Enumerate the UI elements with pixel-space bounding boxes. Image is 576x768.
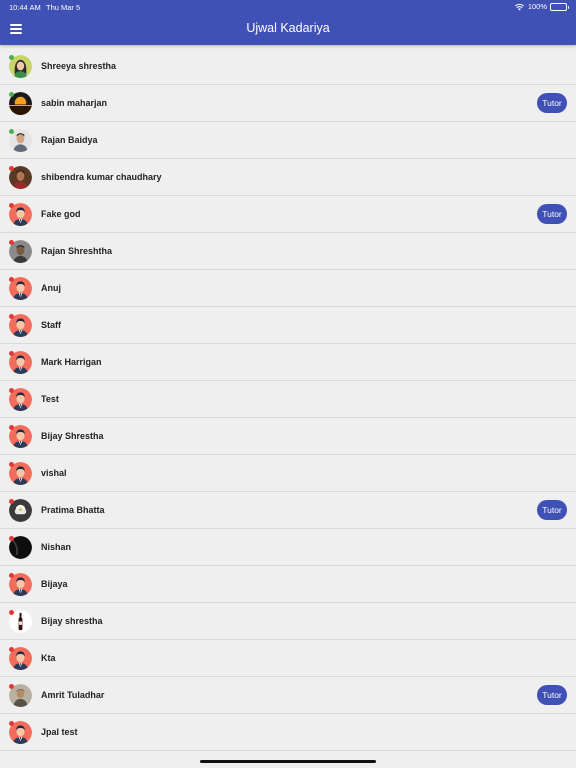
avatar <box>9 684 32 707</box>
user-name: Anuj <box>41 283 61 293</box>
user-name: Pratima Bhatta <box>41 505 105 515</box>
user-list-item[interactable]: Shreeya shrestha <box>0 48 576 85</box>
user-name: vishal <box>41 468 67 478</box>
tutor-badge-button[interactable]: Tutor <box>537 500 567 520</box>
offline-status-dot <box>9 351 14 356</box>
user-name: Jpal test <box>41 727 78 737</box>
offline-status-dot <box>9 499 14 504</box>
user-list-item[interactable]: shibendra kumar chaudhary <box>0 159 576 196</box>
wifi-icon <box>514 3 524 11</box>
user-list-item[interactable]: Pratima Bhatta Tutor <box>0 492 576 529</box>
user-list-item[interactable]: Test <box>0 381 576 418</box>
user-name: Rajan Shreshtha <box>41 246 113 256</box>
user-name: Fake god <box>41 209 81 219</box>
offline-status-dot <box>9 166 14 171</box>
status-time: 10:44 AM <box>9 3 41 12</box>
offline-status-dot <box>9 240 14 245</box>
user-list-item[interactable]: Kta <box>0 640 576 677</box>
avatar <box>9 240 32 263</box>
battery-icon <box>550 2 569 11</box>
user-name: Mark Harrigan <box>41 357 102 367</box>
user-list-item[interactable]: Nishan <box>0 529 576 566</box>
avatar <box>9 462 32 485</box>
avatar <box>9 573 32 596</box>
user-list-item[interactable]: Bijay shrestha <box>0 603 576 640</box>
user-name: Nishan <box>41 542 72 552</box>
avatar <box>9 351 32 374</box>
avatar <box>9 55 32 78</box>
online-status-dot <box>9 55 14 60</box>
avatar <box>9 721 32 744</box>
user-name: Bijaya <box>41 579 68 589</box>
status-indicators: 100% <box>514 2 569 11</box>
offline-status-dot <box>9 573 14 578</box>
user-list-item[interactable]: Bijaya <box>0 566 576 603</box>
avatar <box>9 647 32 670</box>
tutor-badge-button[interactable]: Tutor <box>537 685 567 705</box>
offline-status-dot <box>9 314 14 319</box>
app-header: 10:44 AM Thu Mar 5 100% Ujwal Kadariya <box>0 0 576 45</box>
user-name: Rajan Baidya <box>41 135 98 145</box>
user-list-item[interactable]: Rajan Shreshtha <box>0 233 576 270</box>
user-list-item[interactable]: Staff <box>0 307 576 344</box>
status-date: Thu Mar 5 <box>46 3 81 12</box>
user-name: Shreeya shrestha <box>41 61 117 71</box>
avatar <box>9 314 32 337</box>
offline-status-dot <box>9 462 14 467</box>
user-name: Kta <box>41 653 56 663</box>
avatar <box>9 166 32 189</box>
user-list-item[interactable]: vishal <box>0 455 576 492</box>
user-name: Amrit Tuladhar <box>41 690 105 700</box>
avatar <box>9 277 32 300</box>
user-list-item[interactable]: Mark Harrigan <box>0 344 576 381</box>
tutor-badge-button[interactable]: Tutor <box>537 93 567 113</box>
user-list-item[interactable]: Jpal test <box>0 714 576 751</box>
user-list-item[interactable]: Bijay Shrestha <box>0 418 576 455</box>
tutor-badge-button[interactable]: Tutor <box>537 204 567 224</box>
online-status-dot <box>9 92 14 97</box>
user-list: Shreeya shrestha sabin maharjan Tutor Rajan… <box>0 48 576 751</box>
avatar <box>9 499 32 522</box>
offline-status-dot <box>9 684 14 689</box>
user-list-item[interactable]: Anuj <box>0 270 576 307</box>
user-name: shibendra kumar chaudhary <box>41 172 162 182</box>
battery-percent: 100% <box>527 2 547 11</box>
user-list-item[interactable]: sabin maharjan Tutor <box>0 85 576 122</box>
offline-status-dot <box>9 425 14 430</box>
avatar <box>9 610 32 633</box>
user-list-item[interactable]: Amrit Tuladhar Tutor <box>0 677 576 714</box>
offline-status-dot <box>9 721 14 726</box>
avatar <box>9 129 32 152</box>
user-list-item[interactable]: Fake god Tutor <box>0 196 576 233</box>
user-name: Bijay shrestha <box>41 616 103 626</box>
avatar <box>9 92 32 115</box>
offline-status-dot <box>9 610 14 615</box>
user-name: Test <box>41 394 59 404</box>
avatar <box>9 425 32 448</box>
user-name: sabin maharjan <box>41 98 108 108</box>
page-title: Ujwal Kadariya <box>246 21 330 35</box>
user-name: Staff <box>41 320 61 330</box>
online-status-dot <box>9 129 14 134</box>
status-bar: 10:44 AM Thu Mar 5 100% <box>0 0 576 14</box>
user-list-item[interactable]: Rajan Baidya <box>0 122 576 159</box>
offline-status-dot <box>9 277 14 282</box>
home-indicator <box>200 760 376 763</box>
offline-status-dot <box>9 388 14 393</box>
avatar <box>9 388 32 411</box>
offline-status-dot <box>9 647 14 652</box>
avatar <box>9 203 32 226</box>
avatar <box>9 536 32 559</box>
user-name: Bijay Shrestha <box>41 431 104 441</box>
offline-status-dot <box>9 203 14 208</box>
offline-status-dot <box>9 536 14 541</box>
